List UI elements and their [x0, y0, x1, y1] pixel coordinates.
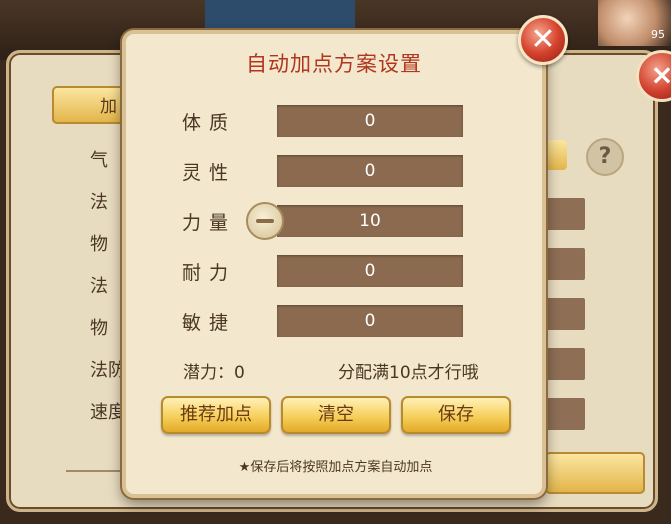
- dialog-title: 自动加点方案设置: [246, 52, 422, 76]
- background-stat-label: 法防: [90, 360, 126, 381]
- stat-label-agility: 敏捷: [182, 312, 237, 334]
- background-value-box: [545, 398, 585, 430]
- stat-value-strength[interactable]: 10: [277, 205, 463, 237]
- background-value-box: [545, 298, 585, 330]
- background-value-box: [545, 198, 585, 230]
- recommend-button[interactable]: 推荐加点: [161, 396, 271, 434]
- avatar-level: 95: [651, 28, 665, 41]
- background-button[interactable]: [545, 140, 567, 170]
- stat-label-strength: 力量: [182, 212, 237, 234]
- save-button[interactable]: 保存: [401, 396, 511, 434]
- stat-label-endurance: 耐力: [182, 262, 237, 284]
- help-icon[interactable]: ?: [586, 138, 624, 176]
- potential-points: 潜力：0: [183, 363, 245, 383]
- stat-value-endurance[interactable]: 0: [277, 255, 463, 287]
- background-stat-label: 物: [90, 318, 108, 339]
- background-stat-label: 气: [90, 150, 108, 171]
- stat-value-spirit[interactable]: 0: [277, 155, 463, 187]
- stat-value-agility[interactable]: 0: [277, 305, 463, 337]
- background-stat-label: 法: [90, 192, 108, 213]
- background-stat-label: 物: [90, 234, 108, 255]
- minus-icon: [256, 219, 274, 223]
- footer-note: ★保存后将按照加点方案自动加点: [238, 460, 433, 475]
- stat-value-constitution[interactable]: 0: [277, 105, 463, 137]
- player-avatar[interactable]: 95: [598, 0, 671, 46]
- background-stat-label: 法: [90, 276, 108, 297]
- background-value-box: [545, 348, 585, 380]
- stat-label-constitution: 体质: [182, 112, 237, 134]
- strength-decrease-handle[interactable]: [246, 202, 284, 240]
- allocation-hint: 分配满10点才行哦: [338, 363, 479, 383]
- stat-label-spirit: 灵性: [182, 162, 237, 184]
- close-icon[interactable]: ✕: [518, 15, 568, 65]
- background-stat-label: 速度: [90, 402, 126, 423]
- clear-button[interactable]: 清空: [281, 396, 391, 434]
- background-value-box: [545, 248, 585, 280]
